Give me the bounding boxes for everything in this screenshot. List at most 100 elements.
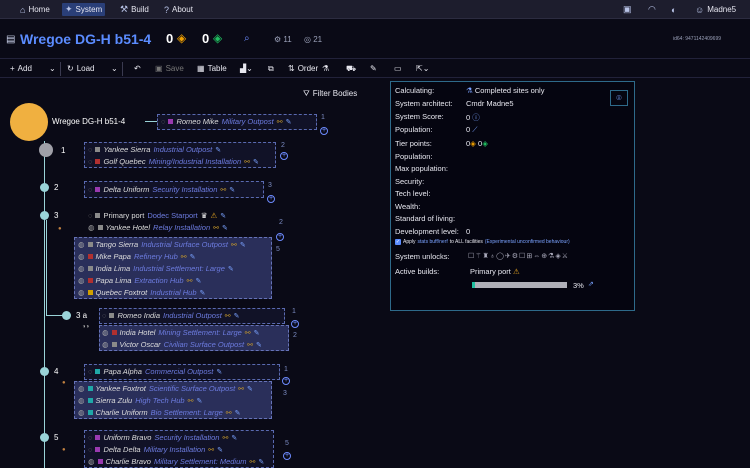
link-icon: ⚯ [238,385,245,393]
pin-icon[interactable]: ✎ [254,329,260,337]
link-icon: ⚯ [276,118,283,126]
filter-bodies-button[interactable]: ⛛ Filter Bodies [303,89,357,99]
site-row[interactable]: ◌ Primary port Dodec Starport ♛ ⚠ ✎ [88,211,226,220]
site-row[interactable]: ◍ Tango Sierra Industrial Surface Outpost ⚯… [78,240,246,249]
active-build-item[interactable]: Primary port ⚠ [470,267,520,276]
site-row[interactable]: ◌ Uniform Bravo Security Installation ⚯ ✎ [88,433,237,442]
add-site-button[interactable]: + [276,233,284,241]
star-node[interactable] [10,103,48,141]
site-row[interactable]: ◍ Charlie Uniform Bio Settlement: Large ⚯ ✎ [78,408,241,417]
moon-node[interactable] [62,311,71,320]
add-site-button[interactable]: + [280,152,288,160]
flask-button[interactable]: ⚗ [322,64,329,73]
info-icon[interactable]: ⓘ [472,113,480,122]
site-row[interactable]: ◍ Yankee Hotel Relay Installation ⚯ ✎ [88,223,228,232]
pin-icon[interactable]: ✎ [247,385,253,393]
site-row[interactable]: ◌ Yankee Sierra Industrial Outpost ✎ [88,145,221,154]
site-row[interactable]: ◌ Papa Alpha Commercial Outpost ✎ [88,367,222,376]
add-site-button[interactable]: + [282,377,290,385]
table-button[interactable]: ▦ Table [197,64,227,73]
share-button[interactable]: ⇱⌄ [416,64,429,73]
body-node[interactable] [40,211,49,220]
notification-button[interactable]: ▣ [620,3,635,16]
pin-icon[interactable]: ✎ [253,158,259,166]
site-row[interactable]: ◍ Yankee Foxtrot Scientific Surface Outpos… [78,384,253,393]
comment-button[interactable]: ▭ [394,64,402,73]
pin-icon[interactable]: ✎ [229,186,235,194]
body-node[interactable] [40,433,49,442]
site-type: Dodec Starport [147,211,198,220]
pin-icon[interactable]: ✎ [231,434,237,442]
population-value: 0 ⟋ [466,125,478,135]
pin-icon[interactable]: ✎ [235,409,241,417]
site-row[interactable]: ◌ Romeo India Industrial Outpost ⚯ ✎ [102,311,240,320]
site-row[interactable]: ◌ Golf Quebec Mining/Industrial Installati… [88,157,259,166]
checkbox[interactable]: ✓ [395,239,401,245]
site-row[interactable]: ◍ Quebec Foxtrot Industrial Hub ✎ [78,288,205,297]
nav-about[interactable]: ? About [161,3,196,16]
site-row[interactable]: ◍ Papa Lima Extraction Hub ⚯ ✎ [78,276,201,285]
apply-stats-option[interactable]: ✓ Apply stats buff/nerf to ALL facilitie… [395,239,570,245]
add-dropdown[interactable]: ⌄ [49,64,56,73]
nav-home[interactable]: ⌂ Home [17,3,53,16]
site-row[interactable]: ◍ Victor Oscar Civilian Surface Outpost ⚯ ✎ [102,340,262,349]
load-dropdown[interactable]: ⌄ [111,64,118,73]
pin-icon[interactable]: ✎ [196,397,202,405]
body-node[interactable] [39,143,53,157]
pin-icon[interactable]: ✎ [215,146,221,154]
chart-button[interactable]: ▟⌄ [240,64,253,73]
undo-button[interactable]: ↶ [134,64,141,73]
pin-icon[interactable]: ✎ [220,212,226,220]
nav-build[interactable]: ⚒ Build [117,3,152,16]
theme-toggle[interactable]: ◐ [668,3,679,16]
add-site-button[interactable]: + [283,452,291,460]
calculating-value[interactable]: ⚗ Completed sites only [466,86,544,95]
site-row[interactable]: ◌ Delta Uniform Security Installation ⚯ ✎ [88,185,235,194]
user-menu[interactable]: ☺ Madne5 [692,3,739,16]
save-button[interactable]: ▣ Save [155,64,184,73]
site-name: Primary port [103,211,145,220]
load-button[interactable]: ↻ Load [67,64,95,73]
site-type: Industrial Outpost [163,311,222,320]
edit-button[interactable]: ✎ [370,64,377,73]
site-type: Scientific Surface Outpost [148,384,236,393]
pin-icon[interactable]: ✎ [258,458,264,466]
site-row[interactable]: ◍ India Lima Industrial Settlement: Large ✎ [78,264,234,273]
connection-button[interactable]: ◠ [645,3,659,16]
body-node[interactable] [40,367,49,376]
site-row[interactable]: ◍ Charlie Bravo Military Settlement: Mediu… [88,457,264,466]
stats-link[interactable]: stats buff/nerf [418,239,448,245]
pin-icon[interactable]: ✎ [195,277,201,285]
truck-button[interactable]: ⛟ [346,64,356,74]
search-icon[interactable]: ⌕ [244,33,250,44]
external-link-icon[interactable]: ⇗ [588,280,594,288]
pin-icon[interactable]: ✎ [222,224,228,232]
site-row[interactable]: ◌ Delta Delta Military Installation ⚯ ✎ [88,445,223,454]
add-site-button[interactable]: + [320,127,328,135]
pin-icon[interactable]: ✎ [228,265,234,273]
order-button[interactable]: ⇅ Order [288,64,318,73]
nav-system[interactable]: ✦ System [62,3,106,16]
site-row[interactable]: ◍ India Hotel Mining Settlement: Large ⚯ ✎ [102,328,260,337]
planet-icon: ◍ [102,340,109,349]
add-site-button[interactable]: + [267,195,275,203]
camera-button[interactable]: ⌾ [610,90,628,106]
site-row[interactable]: ◍ Sierra Zulu High Tech Hub ⚯ ✎ [78,396,202,405]
pin-icon[interactable]: ✎ [240,241,246,249]
site-row[interactable]: ◌ Romeo Mike Military Outpost ⚯ ✎ [161,117,291,126]
pin-icon[interactable]: ✎ [190,253,196,261]
add-site-button[interactable]: + [291,320,299,328]
body-node[interactable] [40,183,49,192]
site-row[interactable]: ◍ Mike Papa Refinery Hub ⚯ ✎ [78,252,196,261]
pin-icon[interactable]: ✎ [286,118,292,126]
add-button[interactable]: + Add [10,64,32,73]
development-level-label: Development level: [395,227,459,236]
pin-icon[interactable]: ✎ [234,312,240,320]
site-type: Mining Settlement: Large [158,328,242,337]
pin-icon[interactable]: ✎ [216,368,222,376]
pin-icon[interactable]: ✎ [217,446,223,454]
pin-icon[interactable]: ✎ [256,341,262,349]
pin-icon[interactable]: ✎ [200,289,206,297]
chart-icon[interactable]: ⟋ [472,125,477,134]
copy-button[interactable]: ⧉ [268,64,274,74]
